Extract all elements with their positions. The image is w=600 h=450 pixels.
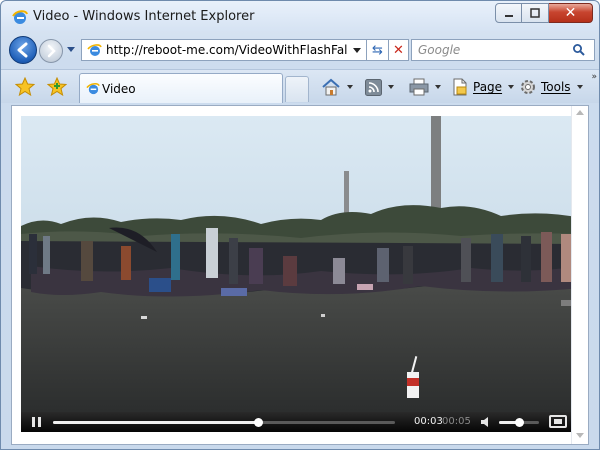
- video-player[interactable]: 00:03 00:05: [21, 116, 581, 432]
- print-icon: [409, 78, 429, 96]
- print-button[interactable]: [409, 77, 441, 97]
- add-favorite-icon[interactable]: [47, 77, 67, 97]
- tab-video[interactable]: Video: [79, 73, 283, 103]
- seek-handle[interactable]: [254, 418, 264, 427]
- scroll-down-icon[interactable]: [576, 433, 584, 438]
- back-button[interactable]: [9, 36, 37, 64]
- window-title: Video - Windows Internet Explorer: [33, 9, 255, 24]
- recent-pages-dropdown[interactable]: [67, 47, 75, 52]
- scroll-up-icon[interactable]: [576, 110, 584, 115]
- refresh-button[interactable]: ⇆: [367, 39, 389, 61]
- toolbar-overflow-chevron-icon[interactable]: »: [591, 72, 597, 82]
- tab-label: Video: [102, 82, 136, 96]
- new-tab-button[interactable]: [285, 76, 309, 102]
- address-dropdown-icon[interactable]: [353, 48, 361, 53]
- volume-icon[interactable]: [481, 417, 491, 427]
- pause-icon: [32, 417, 35, 427]
- favorites-star-icon[interactable]: [15, 77, 35, 97]
- page-dropdown-icon: [508, 85, 515, 89]
- address-bar[interactable]: http://reboot-me.com/VideoWithFlashFallb…: [81, 39, 367, 61]
- feeds-button[interactable]: [365, 77, 394, 97]
- close-icon: ✕: [564, 5, 577, 21]
- video-controls: 00:03 00:05: [21, 412, 581, 432]
- window-controls: ✕: [495, 3, 593, 25]
- tools-menu-label: Tools: [541, 80, 571, 94]
- volume-handle[interactable]: [515, 418, 524, 427]
- refresh-icon: ⇆: [372, 42, 383, 58]
- tools-menu-button[interactable]: Tools: [519, 77, 583, 97]
- tools-gear-icon: [521, 80, 535, 94]
- pause-button[interactable]: [32, 417, 42, 427]
- stop-button[interactable]: ✕: [389, 39, 409, 61]
- forward-button[interactable]: [39, 39, 63, 63]
- ie-page-icon: [86, 83, 100, 95]
- search-box[interactable]: Google: [411, 39, 595, 61]
- browser-window: Video - Windows Internet Explorer ✕ http…: [0, 0, 600, 450]
- tools-dropdown-icon: [576, 85, 583, 89]
- rss-feed-icon: [365, 78, 382, 96]
- maximize-button[interactable]: [522, 3, 549, 23]
- ie-logo-icon: [12, 10, 28, 24]
- maximize-icon: [530, 8, 540, 18]
- title-bar: Video - Windows Internet Explorer ✕: [1, 1, 599, 31]
- tab-command-bar: Video Page Tools »: [1, 69, 599, 103]
- navigation-bar: http://reboot-me.com/VideoWithFlashFallb…: [1, 33, 599, 67]
- page-menu-label: Page: [473, 80, 503, 94]
- volume-slider[interactable]: [499, 418, 539, 427]
- seek-bar[interactable]: [53, 418, 395, 427]
- fullscreen-button[interactable]: [549, 415, 567, 428]
- feeds-dropdown-icon[interactable]: [388, 85, 394, 89]
- page-icon: [453, 78, 467, 96]
- current-time: 00:03: [414, 416, 443, 427]
- minimize-button[interactable]: [495, 3, 522, 23]
- home-icon: [322, 78, 340, 96]
- video-frame: [21, 116, 581, 412]
- page-menu-button[interactable]: Page: [451, 77, 515, 97]
- ie-page-icon: [87, 44, 102, 56]
- home-dropdown-icon[interactable]: [347, 85, 353, 89]
- address-url[interactable]: http://reboot-me.com/VideoWithFlashFallb…: [106, 43, 348, 57]
- print-dropdown-icon[interactable]: [435, 85, 441, 89]
- close-button[interactable]: ✕: [549, 3, 593, 23]
- vertical-scrollbar[interactable]: [571, 106, 588, 444]
- home-button[interactable]: [321, 77, 353, 97]
- stop-icon: ✕: [393, 42, 404, 58]
- back-arrow-icon: [17, 42, 28, 58]
- search-input[interactable]: Google: [418, 43, 460, 57]
- minimize-icon: [504, 15, 513, 17]
- seek-progress: [53, 421, 259, 424]
- search-icon[interactable]: [572, 43, 586, 57]
- page-content: 00:03 00:05: [11, 105, 589, 445]
- fullscreen-icon: [554, 419, 562, 424]
- forward-arrow-icon: [47, 44, 56, 58]
- duration: 00:05: [442, 416, 471, 427]
